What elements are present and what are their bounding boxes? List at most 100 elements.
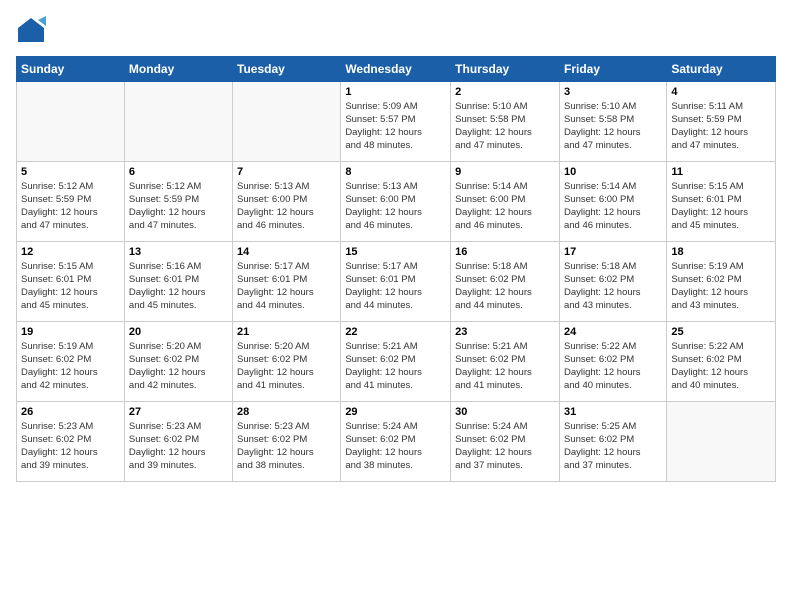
calendar-cell: 9 Sunrise: 5:14 AM Sunset: 6:00 PM Daylig… bbox=[451, 162, 560, 242]
day-number: 1 bbox=[345, 85, 446, 99]
calendar-cell: 2 Sunrise: 5:10 AM Sunset: 5:58 PM Daylig… bbox=[451, 82, 560, 162]
calendar-week-2: 12 Sunrise: 5:15 AM Sunset: 6:01 PM Dayli… bbox=[17, 242, 776, 322]
calendar-cell: 6 Sunrise: 5:12 AM Sunset: 5:59 PM Daylig… bbox=[124, 162, 232, 242]
cell-info: Sunrise: 5:25 AM Sunset: 6:02 PM Dayligh… bbox=[564, 421, 662, 472]
cell-info: Sunrise: 5:17 AM Sunset: 6:01 PM Dayligh… bbox=[345, 261, 446, 312]
calendar-cell: 29 Sunrise: 5:24 AM Sunset: 6:02 PM Dayli… bbox=[341, 402, 451, 482]
calendar-cell: 17 Sunrise: 5:18 AM Sunset: 6:02 PM Dayli… bbox=[559, 242, 666, 322]
page-header bbox=[16, 16, 776, 46]
cell-info: Sunrise: 5:09 AM Sunset: 5:57 PM Dayligh… bbox=[345, 101, 446, 152]
calendar-cell: 14 Sunrise: 5:17 AM Sunset: 6:01 PM Dayli… bbox=[233, 242, 341, 322]
cell-info: Sunrise: 5:17 AM Sunset: 6:01 PM Dayligh… bbox=[237, 261, 336, 312]
calendar-week-0: 1 Sunrise: 5:09 AM Sunset: 5:57 PM Daylig… bbox=[17, 82, 776, 162]
calendar-table: SundayMondayTuesdayWednesdayThursdayFrid… bbox=[16, 56, 776, 482]
weekday-header-saturday: Saturday bbox=[667, 57, 776, 82]
cell-info: Sunrise: 5:18 AM Sunset: 6:02 PM Dayligh… bbox=[455, 261, 555, 312]
calendar-cell: 24 Sunrise: 5:22 AM Sunset: 6:02 PM Dayli… bbox=[559, 322, 666, 402]
cell-info: Sunrise: 5:15 AM Sunset: 6:01 PM Dayligh… bbox=[21, 261, 120, 312]
day-number: 8 bbox=[345, 165, 446, 179]
cell-info: Sunrise: 5:12 AM Sunset: 5:59 PM Dayligh… bbox=[129, 181, 228, 232]
calendar-cell: 13Sunrise: 5:16 AM Sunset: 6:01 PM Dayli… bbox=[124, 242, 232, 322]
day-number: 10 bbox=[564, 165, 662, 179]
cell-info: Sunrise: 5:18 AM Sunset: 6:02 PM Dayligh… bbox=[564, 261, 662, 312]
calendar-cell: 18 Sunrise: 5:19 AM Sunset: 6:02 PM Dayli… bbox=[667, 242, 776, 322]
day-number: 9 bbox=[455, 165, 555, 179]
calendar-week-4: 26 Sunrise: 5:23 AM Sunset: 6:02 PM Dayli… bbox=[17, 402, 776, 482]
weekday-header-friday: Friday bbox=[559, 57, 666, 82]
calendar-cell: 28 Sunrise: 5:23 AM Sunset: 6:02 PM Dayli… bbox=[233, 402, 341, 482]
cell-info: Sunrise: 5:23 AM Sunset: 6:02 PM Dayligh… bbox=[237, 421, 336, 472]
day-number: 14 bbox=[237, 245, 336, 259]
day-number: 11 bbox=[671, 165, 771, 179]
calendar-week-1: 5 Sunrise: 5:12 AM Sunset: 5:59 PM Daylig… bbox=[17, 162, 776, 242]
calendar-cell: 20Sunrise: 5:20 AM Sunset: 6:02 PM Dayli… bbox=[124, 322, 232, 402]
cell-info: Sunrise: 5:10 AM Sunset: 5:58 PM Dayligh… bbox=[455, 101, 555, 152]
weekday-header-tuesday: Tuesday bbox=[233, 57, 341, 82]
calendar-cell: 25Sunrise: 5:22 AM Sunset: 6:02 PM Dayli… bbox=[667, 322, 776, 402]
day-number: 24 bbox=[564, 325, 662, 339]
cell-info: Sunrise: 5:24 AM Sunset: 6:02 PM Dayligh… bbox=[345, 421, 446, 472]
calendar-cell: 31 Sunrise: 5:25 AM Sunset: 6:02 PM Dayli… bbox=[559, 402, 666, 482]
day-number: 15 bbox=[345, 245, 446, 259]
day-number: 31 bbox=[564, 405, 662, 419]
day-number: 6 bbox=[129, 165, 228, 179]
weekday-header-monday: Monday bbox=[124, 57, 232, 82]
calendar-cell: 15 Sunrise: 5:17 AM Sunset: 6:01 PM Dayli… bbox=[341, 242, 451, 322]
day-number: 17 bbox=[564, 245, 662, 259]
calendar-cell bbox=[233, 82, 341, 162]
calendar-cell: 3Sunrise: 5:10 AM Sunset: 5:58 PM Daylig… bbox=[559, 82, 666, 162]
calendar-cell bbox=[124, 82, 232, 162]
cell-info: Sunrise: 5:14 AM Sunset: 6:00 PM Dayligh… bbox=[564, 181, 662, 232]
calendar-cell: 8Sunrise: 5:13 AM Sunset: 6:00 PM Daylig… bbox=[341, 162, 451, 242]
cell-info: Sunrise: 5:12 AM Sunset: 5:59 PM Dayligh… bbox=[21, 181, 120, 232]
cell-info: Sunrise: 5:22 AM Sunset: 6:02 PM Dayligh… bbox=[564, 341, 662, 392]
day-number: 21 bbox=[237, 325, 336, 339]
day-number: 27 bbox=[129, 405, 228, 419]
day-number: 13 bbox=[129, 245, 228, 259]
logo bbox=[16, 16, 50, 46]
weekday-header-sunday: Sunday bbox=[17, 57, 125, 82]
cell-info: Sunrise: 5:19 AM Sunset: 6:02 PM Dayligh… bbox=[671, 261, 771, 312]
calendar-cell bbox=[667, 402, 776, 482]
day-number: 5 bbox=[21, 165, 120, 179]
cell-info: Sunrise: 5:10 AM Sunset: 5:58 PM Dayligh… bbox=[564, 101, 662, 152]
day-number: 28 bbox=[237, 405, 336, 419]
day-number: 26 bbox=[21, 405, 120, 419]
weekday-header-wednesday: Wednesday bbox=[341, 57, 451, 82]
calendar-week-3: 19 Sunrise: 5:19 AM Sunset: 6:02 PM Dayli… bbox=[17, 322, 776, 402]
calendar-cell: 23 Sunrise: 5:21 AM Sunset: 6:02 PM Dayli… bbox=[451, 322, 560, 402]
calendar-cell: 27 Sunrise: 5:23 AM Sunset: 6:02 PM Dayli… bbox=[124, 402, 232, 482]
calendar-cell: 4Sunrise: 5:11 AM Sunset: 5:59 PM Daylig… bbox=[667, 82, 776, 162]
day-number: 19 bbox=[21, 325, 120, 339]
day-number: 22 bbox=[345, 325, 446, 339]
cell-info: Sunrise: 5:23 AM Sunset: 6:02 PM Dayligh… bbox=[129, 421, 228, 472]
cell-info: Sunrise: 5:21 AM Sunset: 6:02 PM Dayligh… bbox=[455, 341, 555, 392]
weekday-header-thursday: Thursday bbox=[451, 57, 560, 82]
cell-info: Sunrise: 5:24 AM Sunset: 6:02 PM Dayligh… bbox=[455, 421, 555, 472]
day-number: 2 bbox=[455, 85, 555, 99]
cell-info: Sunrise: 5:23 AM Sunset: 6:02 PM Dayligh… bbox=[21, 421, 120, 472]
calendar-cell: 7Sunrise: 5:13 AM Sunset: 6:00 PM Daylig… bbox=[233, 162, 341, 242]
day-number: 12 bbox=[21, 245, 120, 259]
calendar-cell: 22 Sunrise: 5:21 AM Sunset: 6:02 PM Dayli… bbox=[341, 322, 451, 402]
calendar-cell: 1 Sunrise: 5:09 AM Sunset: 5:57 PM Daylig… bbox=[341, 82, 451, 162]
cell-info: Sunrise: 5:21 AM Sunset: 6:02 PM Dayligh… bbox=[345, 341, 446, 392]
day-number: 20 bbox=[129, 325, 228, 339]
day-number: 29 bbox=[345, 405, 446, 419]
calendar-page: SundayMondayTuesdayWednesdayThursdayFrid… bbox=[0, 0, 792, 612]
calendar-cell: 16Sunrise: 5:18 AM Sunset: 6:02 PM Dayli… bbox=[451, 242, 560, 322]
calendar-cell: 5 Sunrise: 5:12 AM Sunset: 5:59 PM Daylig… bbox=[17, 162, 125, 242]
cell-info: Sunrise: 5:15 AM Sunset: 6:01 PM Dayligh… bbox=[671, 181, 771, 232]
cell-info: Sunrise: 5:19 AM Sunset: 6:02 PM Dayligh… bbox=[21, 341, 120, 392]
calendar-cell: 26 Sunrise: 5:23 AM Sunset: 6:02 PM Dayli… bbox=[17, 402, 125, 482]
day-number: 30 bbox=[455, 405, 555, 419]
calendar-cell: 30 Sunrise: 5:24 AM Sunset: 6:02 PM Dayli… bbox=[451, 402, 560, 482]
day-number: 4 bbox=[671, 85, 771, 99]
cell-info: Sunrise: 5:13 AM Sunset: 6:00 PM Dayligh… bbox=[237, 181, 336, 232]
logo-icon bbox=[16, 16, 46, 46]
day-number: 23 bbox=[455, 325, 555, 339]
cell-info: Sunrise: 5:14 AM Sunset: 6:00 PM Dayligh… bbox=[455, 181, 555, 232]
cell-info: Sunrise: 5:20 AM Sunset: 6:02 PM Dayligh… bbox=[237, 341, 336, 392]
day-number: 18 bbox=[671, 245, 771, 259]
day-number: 25 bbox=[671, 325, 771, 339]
